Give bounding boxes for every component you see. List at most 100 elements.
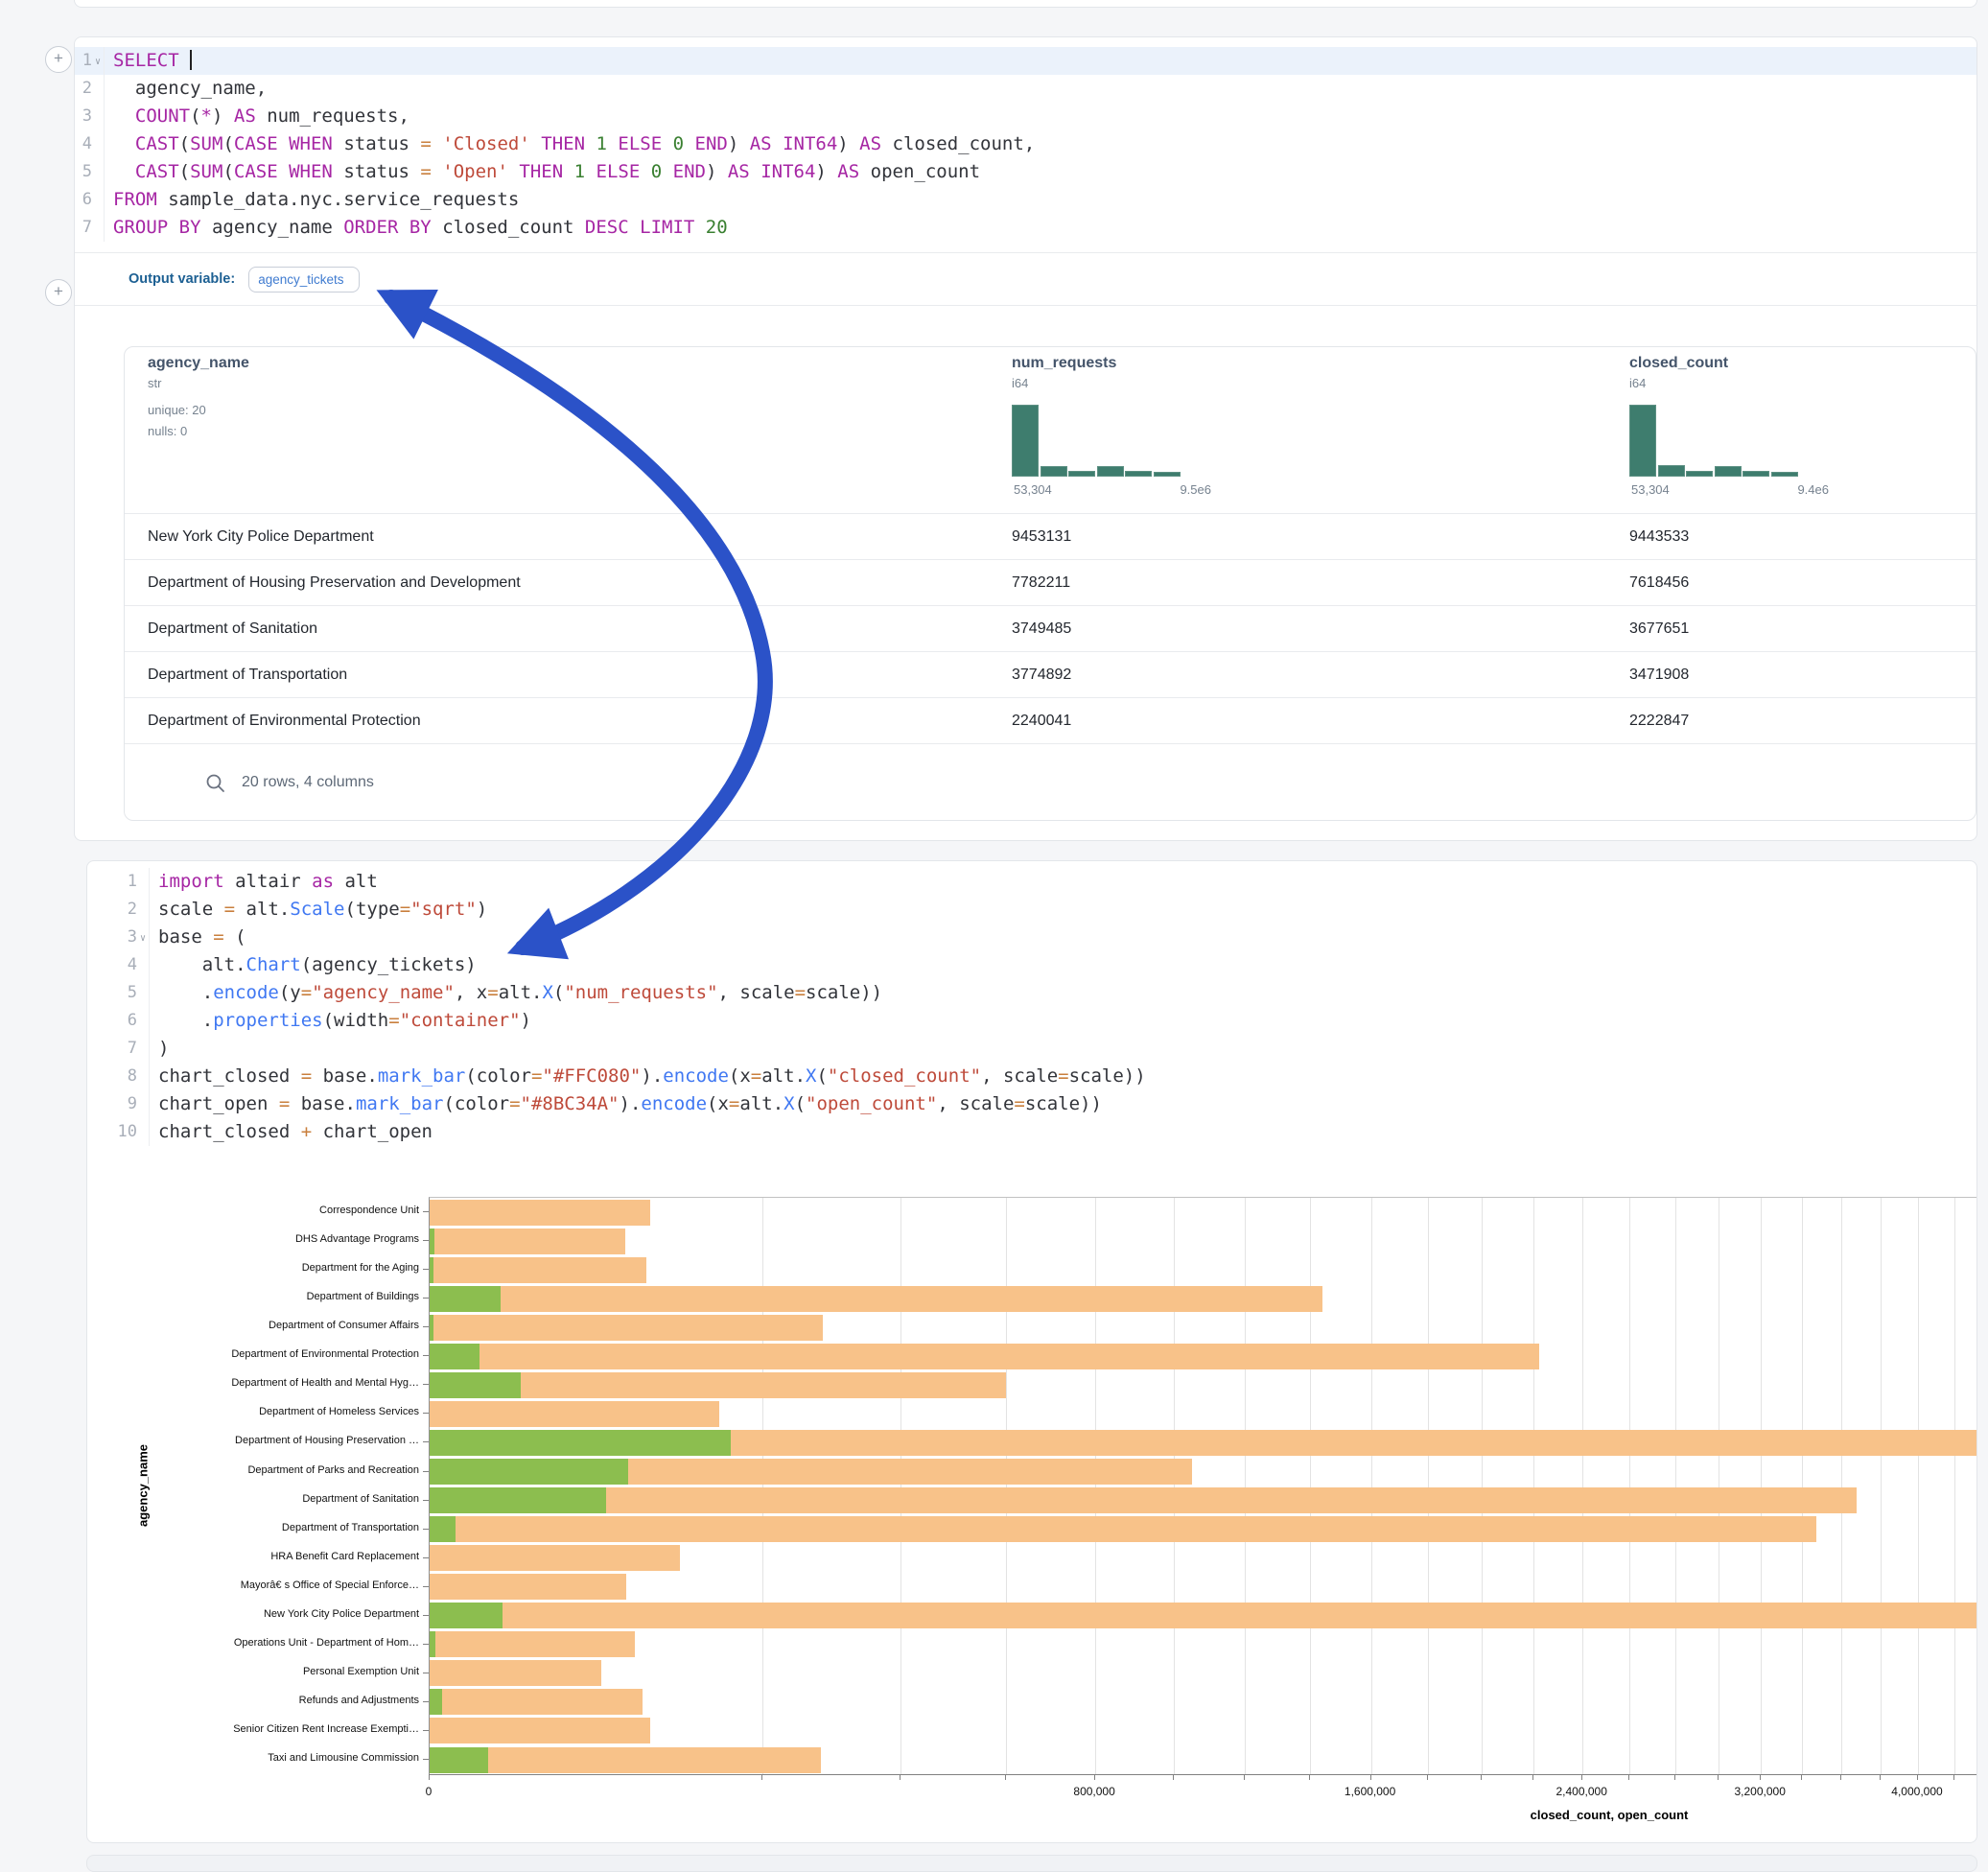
table-row[interactable]: New York City Police Department945313194… xyxy=(125,513,1976,559)
y-axis-tick xyxy=(423,1240,429,1241)
code-token: CASE xyxy=(234,133,278,154)
column-name[interactable]: agency_name xyxy=(148,355,249,372)
x-axis-tick-label: 800,000 xyxy=(1027,1785,1161,1798)
y-axis-label: Operations Unit - Department of Hom… xyxy=(131,1637,419,1649)
x-axis-tick-label: 0 xyxy=(362,1785,496,1798)
table-row[interactable]: Department of Sanitation37494853677651 xyxy=(125,605,1976,651)
add-cell-button[interactable]: + xyxy=(45,279,72,306)
code-token: ( xyxy=(222,133,233,154)
bar-open xyxy=(430,1459,628,1485)
table-row[interactable]: Department of Housing Preservation and D… xyxy=(125,559,1976,605)
output-variable-pill[interactable]: agency_tickets xyxy=(248,267,360,292)
code-token: SUM xyxy=(190,161,222,182)
y-axis-label: HRA Benefit Card Replacement xyxy=(131,1551,419,1562)
code-token: SUM xyxy=(190,133,222,154)
bar-open xyxy=(430,1603,503,1628)
x-axis-tick xyxy=(1481,1774,1482,1780)
table-cell: Department of Environmental Protection xyxy=(148,698,421,744)
code-token xyxy=(662,133,672,154)
y-axis-tick xyxy=(423,1211,429,1212)
y-axis-tick xyxy=(423,1644,429,1645)
code-token: 1 xyxy=(596,133,606,154)
code-token: AS xyxy=(750,133,772,154)
code-token: LIMIT xyxy=(640,217,694,238)
row-count-status: 20 rows, 4 columns xyxy=(242,774,374,791)
sql-code-editor[interactable]: 1 ∨ SELECT 2 agency_name, 3 COUNT(*) AS num… xyxy=(75,47,1976,242)
table-cell: Department of Housing Preservation and D… xyxy=(148,560,521,606)
code-line: 6FROM sample_data.nyc.service_requests xyxy=(75,186,1976,214)
gridline xyxy=(1841,1198,1842,1774)
search-icon[interactable] xyxy=(205,773,226,794)
add-cell-button[interactable]: + xyxy=(45,46,72,73)
x-axis-tick xyxy=(1674,1774,1675,1780)
y-axis-tick xyxy=(423,1269,429,1270)
histogram-bar xyxy=(1041,466,1067,477)
table-cell: 3677651 xyxy=(1629,606,1689,652)
fold-spacer xyxy=(92,75,104,103)
code-line: 3 COUNT(*) AS num_requests, xyxy=(75,103,1976,130)
histogram-max-label: 9.4e6 xyxy=(1742,482,1829,497)
code-token: = xyxy=(420,133,431,154)
bar-closed xyxy=(430,1689,643,1715)
gridline xyxy=(1310,1198,1311,1774)
table-row[interactable]: Department of Transportation377489234719… xyxy=(125,651,1976,697)
code-token: 20 xyxy=(706,217,728,238)
table-cell: Department of Sanitation xyxy=(148,606,317,652)
code-token: INT64 xyxy=(760,161,815,182)
x-axis-tick-label: 3,200,000 xyxy=(1693,1785,1827,1798)
column-name[interactable]: num_requests xyxy=(1012,355,1116,372)
x-axis-tick xyxy=(1094,1774,1095,1780)
gridline xyxy=(1428,1198,1429,1774)
bar-closed xyxy=(430,1718,650,1743)
line-number: 2 xyxy=(75,75,92,103)
histogram-bar xyxy=(1742,471,1769,477)
x-axis-tick xyxy=(1244,1774,1245,1780)
gridline xyxy=(1675,1198,1676,1774)
y-axis-tick xyxy=(423,1441,429,1442)
code-text: FROM sample_data.nyc.service_requests xyxy=(104,186,1976,214)
bar-closed xyxy=(430,1516,1816,1542)
y-axis-tick xyxy=(423,1500,429,1501)
x-axis-tick xyxy=(1532,1774,1533,1780)
code-token xyxy=(563,161,573,182)
y-axis-label: DHS Advantage Programs xyxy=(131,1233,419,1245)
code-token: WHEN xyxy=(289,161,333,182)
bar-open xyxy=(430,1344,479,1369)
bar-closed xyxy=(430,1344,1539,1369)
table-row[interactable]: Department of Environmental Protection22… xyxy=(125,697,1976,743)
bar-open xyxy=(430,1631,435,1657)
code-token: * xyxy=(201,105,212,127)
y-axis-tick xyxy=(423,1557,429,1558)
code-token: agency_name, xyxy=(113,78,267,99)
next-cell-edge xyxy=(86,1855,1977,1872)
code-line: 4 CAST(SUM(CASE WHEN status = 'Closed' T… xyxy=(75,130,1976,158)
y-axis-label: Department of Environmental Protection xyxy=(131,1348,419,1360)
fold-chevron-icon[interactable]: ∨ xyxy=(92,47,104,75)
y-axis-tick xyxy=(423,1701,429,1702)
y-axis-label: Department of Buildings xyxy=(131,1291,419,1302)
code-token xyxy=(694,217,705,238)
x-axis-tick xyxy=(761,1774,762,1780)
bar-closed xyxy=(430,1286,1322,1312)
y-axis-title: agency_name xyxy=(136,1444,151,1527)
bar-open xyxy=(430,1516,456,1542)
y-axis-tick xyxy=(423,1298,429,1299)
gridline xyxy=(1881,1198,1882,1774)
x-axis-tick xyxy=(1370,1774,1371,1780)
x-axis-tick xyxy=(1801,1774,1802,1780)
code-token: END xyxy=(695,133,728,154)
bar-closed xyxy=(430,1315,823,1341)
text-cursor xyxy=(190,50,192,70)
gridline xyxy=(1954,1198,1955,1774)
code-token: status xyxy=(333,161,421,182)
gridline xyxy=(1371,1198,1372,1774)
y-axis-label: Department of Consumer Affairs xyxy=(131,1320,419,1331)
code-token: CAST xyxy=(135,133,179,154)
code-token: ) xyxy=(837,133,859,154)
code-token: CAST xyxy=(135,161,179,182)
code-token xyxy=(113,133,135,154)
bar-open xyxy=(430,1689,442,1715)
code-token: agency_name xyxy=(201,217,344,238)
code-token: SELECT xyxy=(113,50,190,71)
column-name[interactable]: closed_count xyxy=(1629,355,1728,372)
